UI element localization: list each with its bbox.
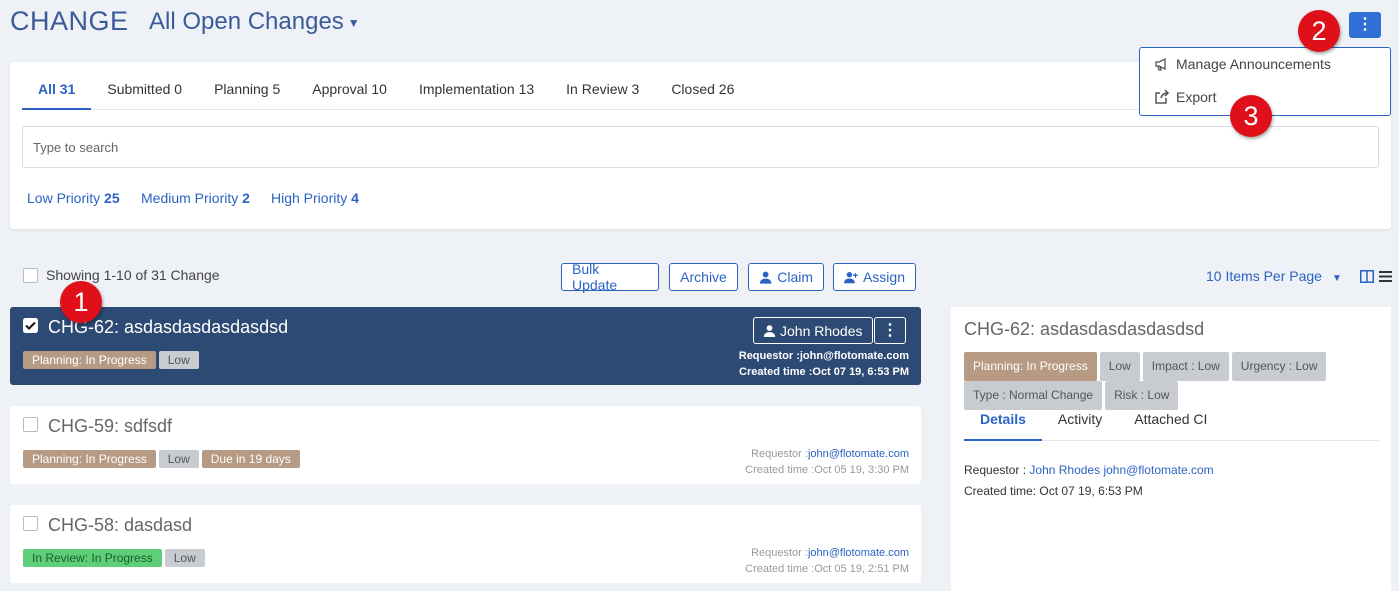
status-tag: Planning: In Progress	[23, 450, 156, 468]
showing-count: Showing 1-10 of 31 Change	[46, 267, 220, 283]
search-input[interactable]	[22, 126, 1379, 168]
view-selector[interactable]: All Open Changes ▼	[149, 8, 360, 36]
list-item[interactable]: CHG-58: dasdasd In Review: In Progress Lo…	[10, 505, 921, 583]
split-view-icon[interactable]	[1360, 270, 1374, 283]
row-checkbox[interactable]	[23, 417, 38, 432]
assignee-name: John Rhodes	[780, 322, 863, 339]
tab-attached-ci[interactable]: Attached CI	[1118, 403, 1223, 440]
more-options-button[interactable]: ⋮	[1349, 12, 1381, 38]
claim-button[interactable]: Claim	[748, 263, 824, 291]
row-meta: Requestor :john@flotomate.com Created ti…	[739, 348, 909, 380]
created-time: Created time :Oct 07 19, 6:53 PM	[739, 366, 909, 378]
row-title[interactable]: CHG-59: sdfsdf	[48, 416, 172, 437]
due-tag: Due in 19 days	[201, 450, 300, 468]
select-all-checkbox[interactable]	[23, 268, 38, 283]
detail-created-time: Created time: Oct 07 19, 6:53 PM	[964, 484, 1143, 498]
priority-tag: Low	[1099, 352, 1140, 381]
list-view-icon[interactable]	[1379, 270, 1392, 283]
tab-closed[interactable]: Closed 26	[655, 62, 750, 110]
user-icon	[759, 271, 772, 284]
tab-activity[interactable]: Activity	[1042, 403, 1118, 440]
priority-tag: Low	[158, 450, 199, 468]
view-title: All Open Changes	[149, 8, 344, 35]
tab-in-review[interactable]: In Review 3	[550, 62, 655, 110]
menu-item-export[interactable]: Export	[1154, 89, 1216, 105]
menu-item-label: Export	[1176, 89, 1217, 105]
status-tag: In Review: In Progress	[23, 549, 162, 567]
detail-tags: Planning: In Progress Low Impact : Low Urge…	[964, 352, 1384, 410]
high-priority-filter[interactable]: High Priority 4	[271, 190, 359, 206]
callout-badge-3: 3	[1230, 95, 1272, 137]
menu-item-manage-announcements[interactable]: Manage Announcements	[1154, 56, 1331, 72]
app-title: CHANGE	[10, 6, 129, 36]
row-title[interactable]: CHG-58: dasdasd	[48, 515, 192, 536]
status-tag: Planning: In Progress	[964, 352, 1097, 381]
low-priority-count: 25	[104, 190, 120, 206]
requestor-label: Requestor :	[751, 547, 808, 559]
list-item[interactable]: CHG-62: asdasdasdasdasdsd Planning: In P…	[10, 307, 921, 385]
user-icon	[763, 325, 776, 337]
archive-label: Archive	[680, 269, 727, 285]
created-time: Created time :Oct 05 19, 2:51 PM	[745, 563, 909, 575]
requestor-link[interactable]: John Rhodes john@flotomate.com	[1029, 463, 1213, 477]
items-per-page-select[interactable]: 10 Items Per Page ▼	[1206, 268, 1342, 284]
requestor-email[interactable]: john@flotomate.com	[800, 350, 909, 362]
list-item[interactable]: CHG-59: sdfsdf Planning: In Progress Low D…	[10, 406, 921, 484]
bulk-update-button[interactable]: Bulk Update	[561, 261, 659, 293]
high-priority-count: 4	[351, 190, 359, 206]
urgency-tag: Urgency : Low	[1231, 352, 1327, 381]
menu-item-label: Manage Announcements	[1176, 56, 1331, 72]
priority-tag: Low	[158, 351, 199, 369]
requestor-label: Requestor :	[738, 350, 800, 362]
requestor-email[interactable]: john@flotomate.com	[808, 547, 909, 559]
row-meta: Requestor :john@flotomate.com Created ti…	[745, 545, 909, 577]
requestor-label: Requestor :	[964, 463, 1027, 477]
row-more-options-button[interactable]: ⋮	[874, 317, 906, 344]
medium-priority-count: 2	[242, 190, 250, 206]
claim-label: Claim	[777, 269, 813, 285]
detail-requestor: Requestor : John Rhodes john@flotomate.c…	[964, 463, 1214, 477]
priority-tag: Low	[164, 549, 205, 567]
impact-tag: Impact : Low	[1142, 352, 1229, 381]
tab-approval[interactable]: Approval 10	[296, 62, 403, 110]
caret-down-icon: ▼	[1331, 273, 1342, 284]
status-tag: Planning: In Progress	[23, 351, 156, 369]
medium-priority-filter[interactable]: Medium Priority 2	[141, 190, 250, 206]
callout-badge-1: 1	[60, 281, 102, 323]
medium-priority-label: Medium Priority	[141, 190, 239, 206]
tab-planning[interactable]: Planning 5	[198, 62, 296, 110]
archive-button[interactable]: Archive	[669, 263, 738, 291]
requestor-email[interactable]: john@flotomate.com	[808, 448, 909, 460]
bulk-update-label: Bulk Update	[572, 261, 618, 293]
low-priority-label: Low Priority	[27, 190, 101, 206]
requestor-label: Requestor :	[751, 448, 808, 460]
detail-tabs: Details Activity Attached CI	[964, 403, 1379, 441]
callout-badge-2: 2	[1298, 10, 1340, 52]
assign-button[interactable]: Assign	[833, 263, 916, 291]
row-meta: Requestor :john@flotomate.com Created ti…	[745, 446, 909, 478]
tab-all[interactable]: All 31	[22, 62, 92, 110]
high-priority-label: High Priority	[271, 190, 348, 206]
created-time: Created time :Oct 05 19, 3:30 PM	[745, 464, 909, 476]
items-per-page-label: 10 Items Per Page	[1206, 268, 1322, 284]
assign-label: Assign	[862, 269, 905, 285]
detail-title: CHG-62: asdasdasdasdasdsd	[964, 319, 1205, 339]
tab-details[interactable]: Details	[964, 403, 1042, 441]
tab-submitted[interactable]: Submitted 0	[91, 62, 198, 110]
low-priority-filter[interactable]: Low Priority 25	[27, 190, 120, 206]
assignee-button[interactable]: John Rhodes	[753, 317, 873, 344]
row-checkbox[interactable]	[23, 516, 38, 531]
export-icon	[1155, 89, 1170, 104]
user-plus-icon	[844, 271, 858, 284]
row-checkbox-checked[interactable]	[23, 318, 38, 333]
detail-panel: CHG-62: asdasdasdasdasdsd Planning: In P…	[951, 307, 1391, 591]
megaphone-icon	[1155, 57, 1166, 71]
caret-down-icon: ▼	[347, 15, 360, 30]
tab-implementation[interactable]: Implementation 13	[403, 62, 550, 110]
